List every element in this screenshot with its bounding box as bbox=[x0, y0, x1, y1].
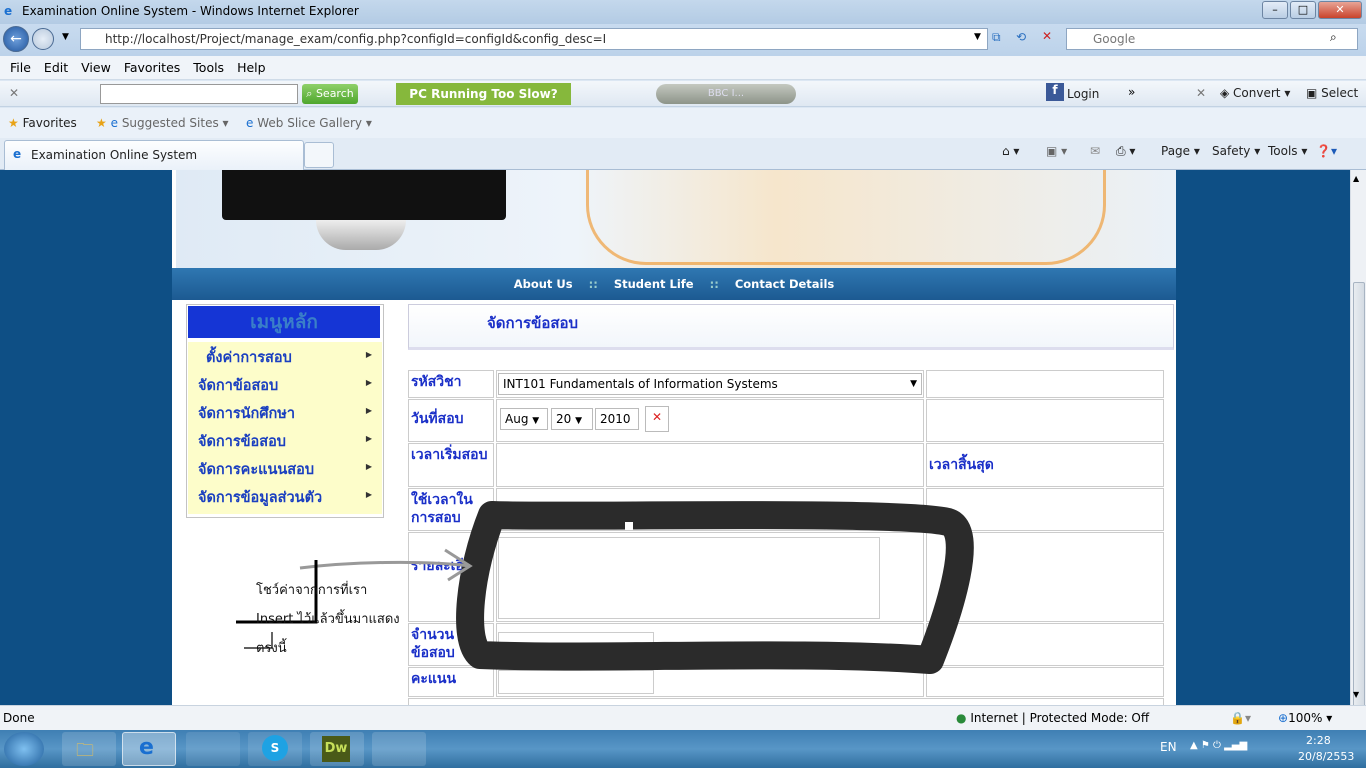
select-button[interactable]: ▣ Select bbox=[1306, 86, 1358, 100]
radio-player[interactable]: BBC I... bbox=[656, 84, 796, 104]
facebook-icon[interactable]: f bbox=[1046, 83, 1064, 101]
scroll-down-icon: ▼ bbox=[1353, 690, 1360, 699]
convert-button[interactable]: ◈ Convert ▾ bbox=[1220, 86, 1290, 100]
tab-row: e Examination Online System ⌂ ▾ ▣ ▾ ✉ ⎙ … bbox=[0, 138, 1366, 170]
address-row: ← ▼ http://localhost/Project/manage_exam… bbox=[0, 24, 1366, 56]
scroll-thumb[interactable] bbox=[1353, 282, 1365, 712]
minimize-button[interactable]: – bbox=[1262, 1, 1288, 19]
toolbar-search-button[interactable]: ⌕ Search bbox=[302, 84, 358, 104]
new-tab-button[interactable] bbox=[304, 142, 334, 168]
annotation-line-3: ตรงนี้ bbox=[256, 641, 287, 656]
annotation-line-1: โชว์ค่าจากการที่เรา bbox=[256, 583, 368, 598]
tools-menu[interactable]: Tools ▾ bbox=[1268, 144, 1307, 158]
favorites-bar: ★ Favorites ★ e Suggested Sites ▾ e Web … bbox=[0, 108, 1366, 138]
vertical-scrollbar[interactable]: ▲ ▼ bbox=[1350, 170, 1366, 712]
title-bar: e Examination Online System - Windows In… bbox=[0, 0, 1366, 24]
window-title: Examination Online System - Windows Inte… bbox=[22, 4, 359, 18]
tray-icons[interactable]: ▲ ⚑ ⏻ ▂▄▆ bbox=[1190, 740, 1247, 751]
menu-help[interactable]: Help bbox=[237, 60, 266, 75]
language-indicator[interactable]: EN bbox=[1160, 740, 1177, 754]
feeds-icon[interactable]: ▣ ▾ bbox=[1046, 144, 1067, 158]
annotation-scribble bbox=[236, 501, 974, 674]
zoom-level[interactable]: ⊕100% ▾ bbox=[1278, 711, 1332, 725]
taskbar-dreamweaver[interactable]: Dw bbox=[310, 732, 364, 766]
search-placeholder: Google bbox=[1093, 32, 1136, 46]
web-slice-gallery[interactable]: e Web Slice Gallery ▾ bbox=[246, 116, 372, 130]
scroll-up-icon: ▲ bbox=[1353, 174, 1360, 183]
compat-view-icon[interactable]: ⧉ bbox=[992, 30, 1001, 45]
maximize-button[interactable]: □ bbox=[1290, 1, 1316, 19]
taskbar: 🗀 e S Dw EN ▲ ⚑ ⏻ ▂▄▆ 2:28 20/8/2553 bbox=[0, 730, 1366, 768]
promo-button[interactable]: PC Running Too Slow? bbox=[396, 83, 571, 105]
status-bar: Done ● Internet | Protected Mode: Off 🔒▾… bbox=[0, 705, 1366, 730]
page-menu[interactable]: Page ▾ bbox=[1161, 144, 1200, 158]
annotation-line-2: Insert ไว้แล้วขึ้นมาแสดง bbox=[256, 612, 400, 627]
close-button[interactable]: ✕ bbox=[1318, 1, 1362, 19]
history-dropdown-icon[interactable]: ▼ bbox=[62, 32, 69, 42]
taskbar-network[interactable] bbox=[186, 732, 240, 766]
taskbar-paint[interactable] bbox=[372, 732, 426, 766]
url-text: http://localhost/Project/manage_exam/con… bbox=[105, 32, 607, 46]
help-icon[interactable]: ❓▾ bbox=[1316, 144, 1337, 158]
search-input[interactable]: Google bbox=[1066, 28, 1358, 50]
addon-toolbar: ✕ ⌕ Search PC Running Too Slow? BBC I...… bbox=[0, 81, 1366, 107]
toolbar-search-input[interactable] bbox=[100, 84, 298, 104]
menu-view[interactable]: View bbox=[81, 60, 111, 75]
home-icon[interactable]: ⌂ ▾ bbox=[1002, 144, 1019, 158]
stop-icon[interactable]: ✕ bbox=[1042, 29, 1052, 43]
ie-icon: e bbox=[13, 147, 22, 161]
menu-file[interactable]: File bbox=[10, 60, 31, 75]
status-text: Done bbox=[3, 711, 35, 725]
more-icon[interactable]: » bbox=[1128, 85, 1135, 99]
security-icon[interactable]: 🔒▾ bbox=[1230, 711, 1251, 725]
menu-favorites[interactable]: Favorites bbox=[124, 60, 180, 75]
taskbar-ie[interactable]: e bbox=[122, 732, 176, 766]
taskbar-skype[interactable]: S bbox=[248, 732, 302, 766]
menu-bar: File Edit View Favorites Tools Help bbox=[0, 56, 1366, 80]
menu-tools[interactable]: Tools bbox=[193, 60, 224, 75]
toolbar-close-icon[interactable]: ✕ bbox=[9, 86, 19, 100]
zone-status[interactable]: ● Internet | Protected Mode: Off bbox=[956, 711, 1149, 725]
address-field[interactable]: http://localhost/Project/manage_exam/con… bbox=[80, 28, 988, 50]
refresh-icon[interactable]: ⟲ bbox=[1016, 30, 1026, 44]
taskbar-explorer[interactable]: 🗀 bbox=[62, 732, 116, 766]
ie-icon: e bbox=[4, 4, 13, 18]
pdf-toolbar-close-icon[interactable]: ✕ bbox=[1196, 86, 1206, 100]
tab-title: Examination Online System bbox=[31, 148, 198, 162]
start-button[interactable] bbox=[4, 732, 44, 766]
menu-edit[interactable]: Edit bbox=[44, 60, 68, 75]
forward-button[interactable] bbox=[32, 28, 54, 50]
suggested-sites[interactable]: ★ e Suggested Sites ▾ bbox=[96, 116, 229, 130]
login-link[interactable]: Login bbox=[1067, 87, 1099, 101]
address-dropdown-icon[interactable]: ▼ bbox=[974, 32, 981, 42]
clock-date[interactable]: 20/8/2553 bbox=[1298, 750, 1354, 763]
favorites-button[interactable]: ★ Favorites bbox=[8, 116, 77, 130]
back-button[interactable]: ← bbox=[3, 26, 29, 52]
clock-time[interactable]: 2:28 bbox=[1306, 734, 1331, 747]
tab-active[interactable]: e Examination Online System bbox=[4, 140, 304, 170]
mail-icon[interactable]: ✉ bbox=[1090, 144, 1100, 158]
print-icon[interactable]: ⎙ ▾ bbox=[1116, 144, 1135, 159]
star-icon: ★ bbox=[8, 116, 19, 130]
page-viewport: About Us :: Student Life :: Contact Deta… bbox=[0, 170, 1350, 705]
safety-menu[interactable]: Safety ▾ bbox=[1212, 144, 1260, 158]
search-icon[interactable]: ⌕ bbox=[1330, 30, 1337, 45]
